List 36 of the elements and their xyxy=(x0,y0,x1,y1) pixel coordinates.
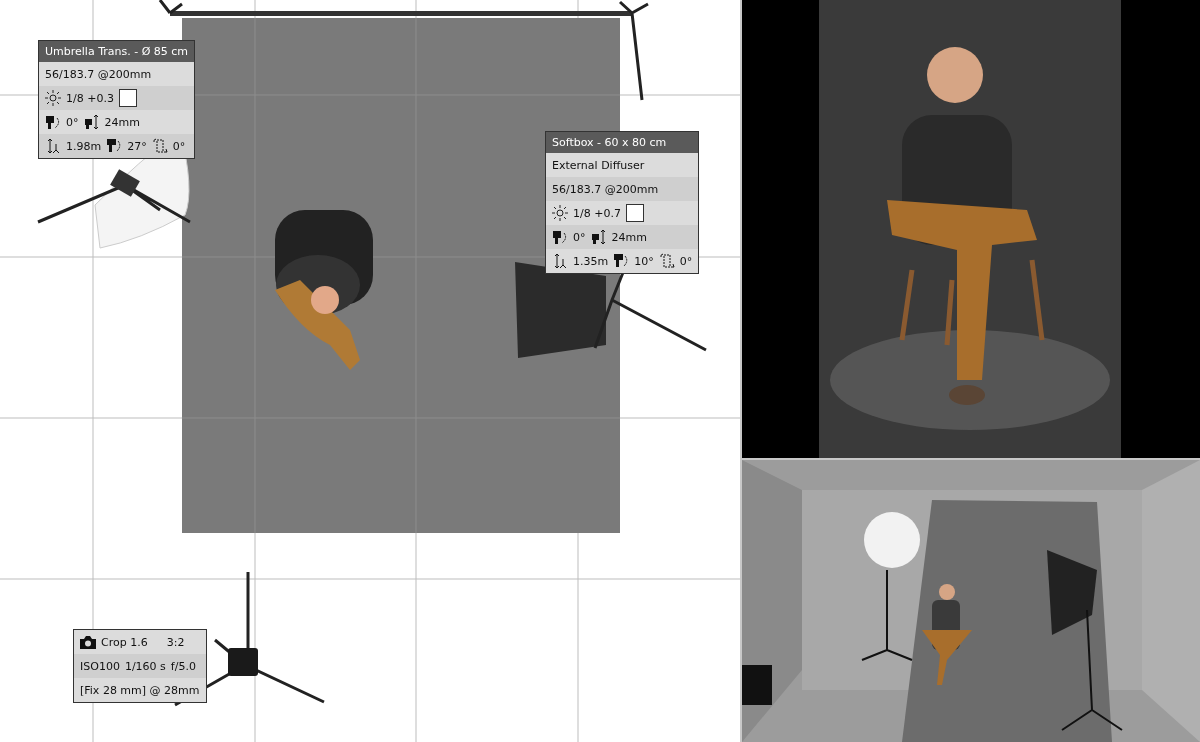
zoom-value: 24mm xyxy=(104,115,140,129)
tilt-icon xyxy=(106,138,123,154)
zoom-icon xyxy=(590,229,607,245)
iso-value: ISO100 xyxy=(80,659,120,673)
shutter-value: 1/160 s xyxy=(124,659,166,673)
tilt-icon xyxy=(613,253,630,269)
roll-value: 0° xyxy=(172,139,186,153)
rotation-value: 0° xyxy=(573,230,586,244)
height-icon xyxy=(45,138,61,154)
aperture-value: f/5.0 xyxy=(170,659,196,673)
lens-value: [Fix 28 mm] @ 28mm xyxy=(80,683,200,697)
flash-value: 1/8 +0.7 xyxy=(573,206,621,220)
camera-icon xyxy=(80,635,96,649)
height-icon xyxy=(552,253,568,269)
light-title: Softbox - 60 x 80 cm xyxy=(546,132,699,153)
roll-value: 0° xyxy=(679,254,693,268)
aspect-ratio: 3:2 xyxy=(166,635,185,649)
height-value: 1.98m xyxy=(66,139,102,153)
rotate-light-icon xyxy=(45,114,61,130)
roll-icon xyxy=(658,253,675,269)
sun-icon xyxy=(45,90,61,106)
power-value: 56/183.7 @200mm xyxy=(552,182,659,196)
tilt-value: 27° xyxy=(127,139,147,153)
roll-icon xyxy=(151,138,168,154)
modifier-label: External Diffuser xyxy=(552,158,645,172)
sun-icon xyxy=(552,205,568,221)
height-value: 1.35m xyxy=(573,254,609,268)
light-title: Umbrella Trans. - Ø 85 cm xyxy=(39,41,195,62)
rotation-value: 0° xyxy=(66,115,79,129)
zoom-icon xyxy=(83,114,100,130)
crop-value: Crop 1.6 xyxy=(101,635,148,649)
flash-value: 1/8 +0.3 xyxy=(66,91,114,105)
zoom-value: 24mm xyxy=(611,230,647,244)
rotate-light-icon xyxy=(552,229,568,245)
power-value: 56/183.7 @200mm xyxy=(45,67,152,81)
tilt-value: 10° xyxy=(634,254,654,268)
